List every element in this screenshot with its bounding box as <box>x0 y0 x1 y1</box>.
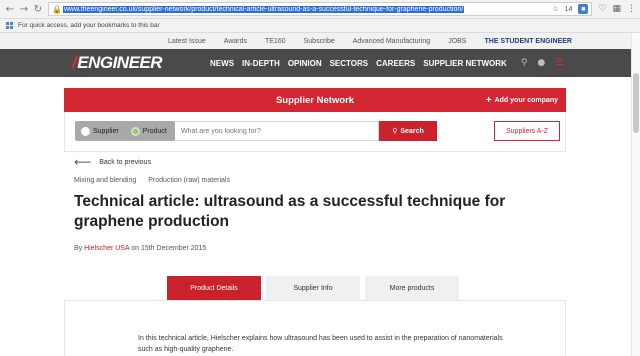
url-text[interactable]: www.theengineer.co.uk/supplier-network/p… <box>63 5 465 13</box>
bookmarks-hint: For quick access, add your bookmarks to … <box>18 22 160 29</box>
add-company-button[interactable]: + Add your company <box>486 95 558 106</box>
content-border-right <box>565 300 566 356</box>
tab-more-products[interactable]: More products <box>365 276 459 300</box>
extension-icon[interactable]: ■ <box>578 4 589 14</box>
apps-icon[interactable] <box>6 21 14 30</box>
search-type-toggle: Supplier Product <box>75 121 175 141</box>
back-to-previous-link[interactable]: ⟵ Back to previous <box>74 155 151 169</box>
reload-icon[interactable]: ↻ <box>32 3 44 15</box>
site-header: / ENGINEER NEWS IN-DEPTH OPINION SECTORS… <box>0 49 640 77</box>
radio-product-dot <box>130 126 140 136</box>
browser-toolbar: ← → ↻ 🔒 www.theengineer.co.uk/supplier-n… <box>0 0 640 19</box>
search-icon[interactable]: ⚲ <box>521 58 528 68</box>
supplier-search-panel: Supplier Product ⚲ Search Suppliers A-Z <box>64 112 566 152</box>
supplier-network-banner: Supplier Network + Add your company <box>64 88 566 112</box>
article-byline: By Hielscher USA on 15th December 2015 <box>74 245 206 252</box>
supplier-network-title: Supplier Network <box>275 94 355 106</box>
util-link-te160[interactable]: TE160 <box>265 38 286 45</box>
util-link-subscribe[interactable]: Subscribe <box>304 38 335 45</box>
article-intro: In this technical article, Hielscher exp… <box>138 335 503 353</box>
main-nav: NEWS IN-DEPTH OPINION SECTORS CAREERS SU… <box>210 59 507 68</box>
util-link-latest-issue[interactable]: Latest Issue <box>168 38 206 45</box>
back-label: Back to previous <box>99 159 151 166</box>
radio-product-label: Product <box>142 127 167 135</box>
lock-icon: 🔒 <box>52 4 62 14</box>
nav-careers[interactable]: CAREERS <box>376 59 415 68</box>
article-tabs: Product Details Supplier Info More produ… <box>167 276 459 300</box>
menu-dots-icon[interactable]: ⋮ <box>627 4 636 14</box>
hamburger-menu-icon[interactable]: ☰ <box>555 58 563 68</box>
plus-icon: + <box>485 95 492 106</box>
bookmarks-bar: For quick access, add your bookmarks to … <box>0 19 640 33</box>
tab-supplier-info[interactable]: Supplier Info <box>266 276 360 300</box>
nav-in-depth[interactable]: IN-DEPTH <box>242 59 280 68</box>
page-title: Technical article: ultrasound as a succe… <box>74 193 506 230</box>
star-icon[interactable]: ☆ <box>552 5 558 13</box>
add-company-label: Add your company <box>494 97 558 104</box>
search-button-label: Search <box>400 127 424 135</box>
util-link-advanced-manufacturing[interactable]: Advanced Manufacturing <box>353 38 430 45</box>
logo-mark: / <box>72 53 77 72</box>
utility-nav: Latest Issue Awards TE160 Subscribe Adva… <box>0 33 640 49</box>
extension-icon-2[interactable]: ▦ <box>612 4 621 14</box>
logo-text: ENGINEER <box>77 53 163 72</box>
scrollbar[interactable] <box>631 33 640 356</box>
tag-link[interactable]: Mixing and blending <box>74 177 136 184</box>
util-link-jobs[interactable]: JOBS <box>448 38 466 45</box>
util-link-awards[interactable]: Awards <box>224 38 247 45</box>
search-input[interactable] <box>175 121 379 141</box>
left-arrow-icon: ⟵ <box>74 155 92 169</box>
nav-supplier-network[interactable]: SUPPLIER NETWORK <box>423 59 507 68</box>
suppliers-az-button[interactable]: Suppliers A-Z <box>494 121 560 141</box>
back-arrow-icon[interactable]: ← <box>4 3 16 15</box>
radio-supplier-label: Supplier <box>93 127 119 135</box>
radio-supplier[interactable]: Supplier <box>81 126 119 136</box>
byline-by: By <box>74 245 83 252</box>
nav-news[interactable]: NEWS <box>210 59 234 68</box>
scrollbar-thumb[interactable] <box>633 73 639 133</box>
radio-supplier-dot <box>81 126 90 136</box>
nav-sectors[interactable]: SECTORS <box>330 59 369 68</box>
extension-count: 14 <box>564 5 573 13</box>
tab-product-details[interactable]: Product Details <box>167 276 261 300</box>
radio-product[interactable]: Product <box>130 126 167 136</box>
site-logo[interactable]: / ENGINEER <box>72 53 163 73</box>
search-button[interactable]: ⚲ Search <box>379 121 437 141</box>
util-link-student-engineer[interactable]: THE STUDENT ENGINEER <box>484 38 572 45</box>
search-button-icon: ⚲ <box>392 127 398 135</box>
user-icon[interactable]: ● <box>537 58 545 68</box>
article-tags: Mixing and blending Production (raw) mat… <box>74 177 230 184</box>
nav-opinion[interactable]: OPINION <box>288 59 322 68</box>
content-divider <box>64 300 566 301</box>
address-bar[interactable]: 🔒 www.theengineer.co.uk/supplier-network… <box>48 2 593 16</box>
author-link[interactable]: Hielscher USA <box>84 245 129 252</box>
forward-arrow-icon[interactable]: → <box>18 3 30 15</box>
heart-icon[interactable]: ♡ <box>598 4 606 14</box>
content-border-left <box>64 300 65 356</box>
tag-link[interactable]: Production (raw) materials <box>148 177 230 184</box>
byline-date: on 15th December 2015 <box>131 245 207 252</box>
